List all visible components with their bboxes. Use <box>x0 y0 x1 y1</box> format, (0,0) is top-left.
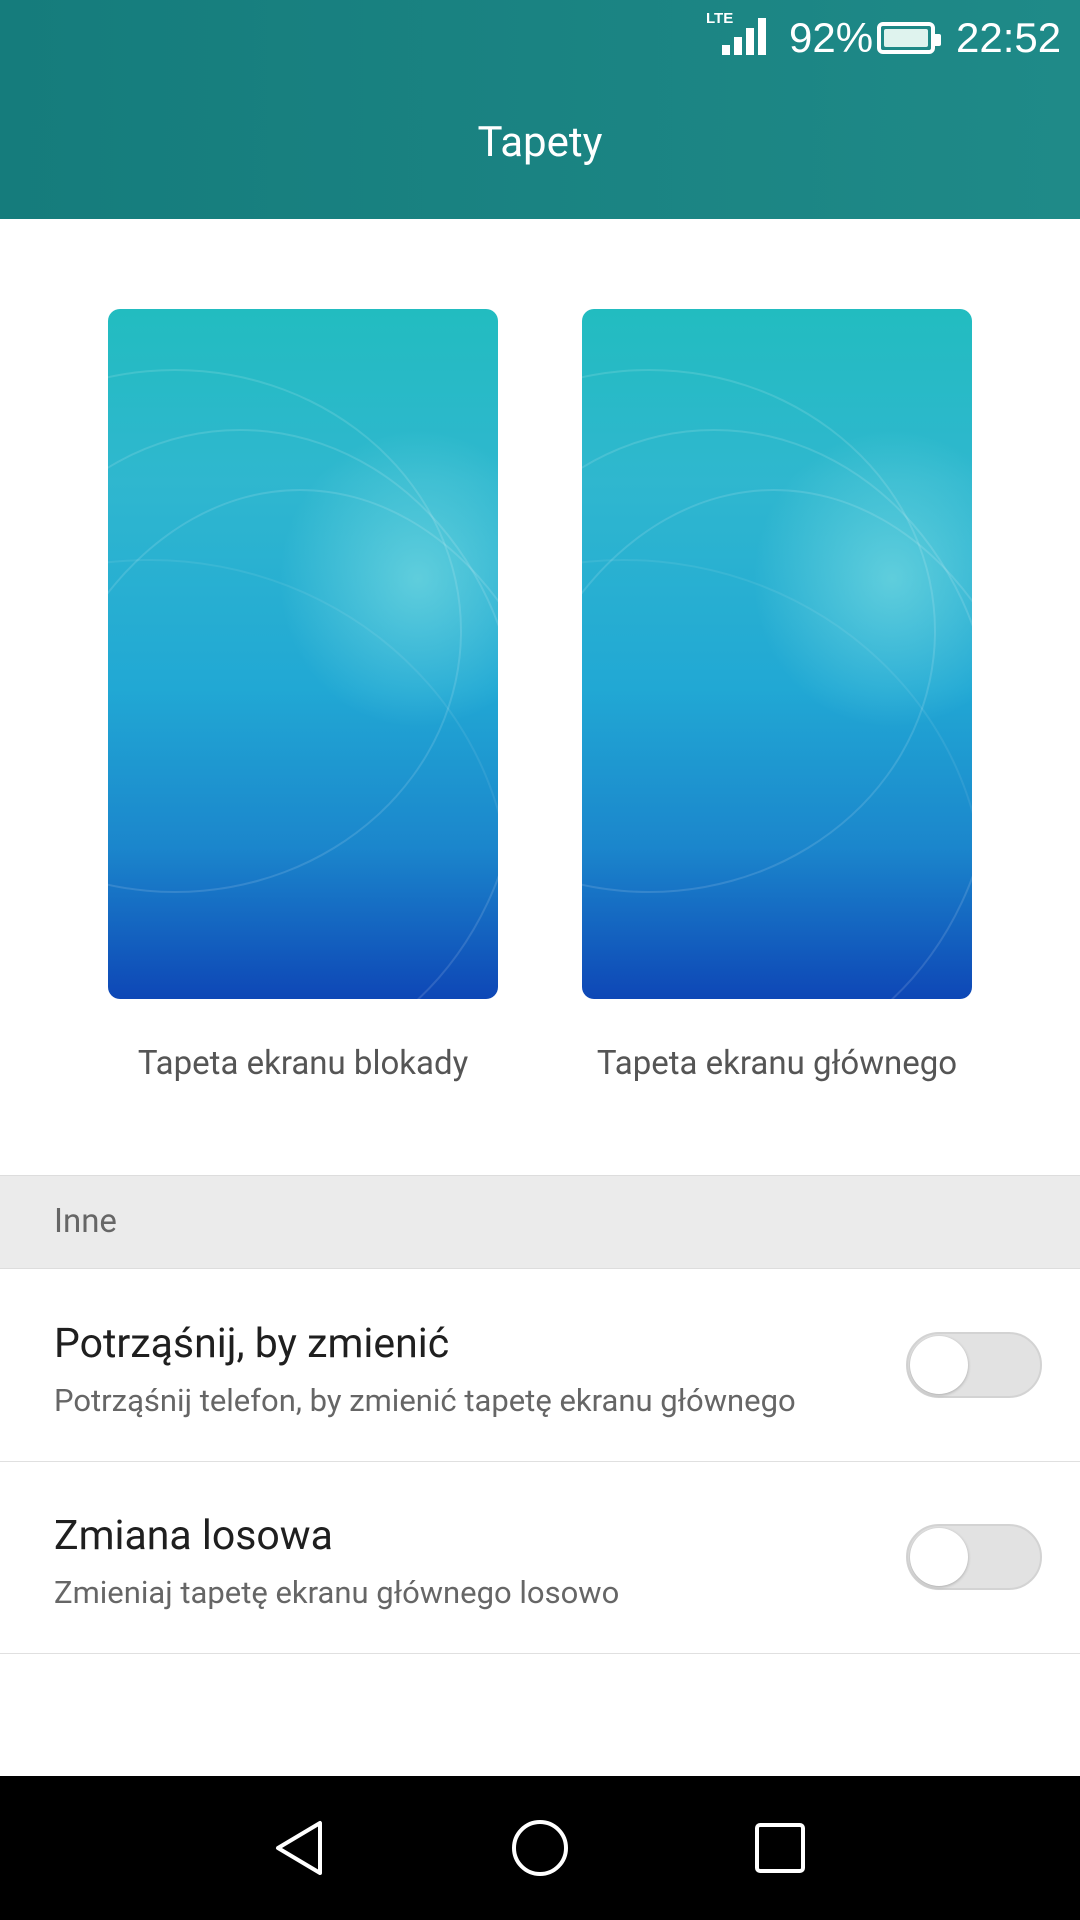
home-screen-wallpaper-preview[interactable] <box>582 309 972 999</box>
status-bar: LTE 92% 22:52 <box>0 0 1080 78</box>
battery-percent: 92% <box>789 14 874 61</box>
section-header: Inne <box>0 1175 1080 1269</box>
page-title: Tapety <box>477 118 603 167</box>
home-icon <box>512 1820 568 1876</box>
setting-title: Zmiana losowa <box>54 1512 333 1560</box>
home-button[interactable] <box>480 1776 600 1920</box>
random-change-setting[interactable]: Zmiana losowa Zmieniaj tapetę ekranu głó… <box>0 1462 1080 1654</box>
recent-apps-button[interactable] <box>720 1776 840 1920</box>
shake-to-change-setting[interactable]: Potrząśnij, by zmienić Potrząśnij telefo… <box>0 1270 1080 1462</box>
navigation-bar <box>0 1776 1080 1920</box>
toggle-knob <box>910 1336 968 1394</box>
setting-subtitle: Potrząśnij telefon, by zmienić tapetę ek… <box>54 1382 796 1419</box>
back-icon <box>276 1821 322 1875</box>
random-change-toggle[interactable] <box>906 1524 1042 1590</box>
network-type: LTE <box>706 10 734 27</box>
clock: 22:52 <box>956 14 1062 61</box>
section-title: Inne <box>54 1202 117 1241</box>
lock-screen-wallpaper-label[interactable]: Tapeta ekranu blokady <box>68 1044 538 1083</box>
toggle-knob <box>910 1528 968 1586</box>
home-screen-wallpaper-label[interactable]: Tapeta ekranu głównego <box>542 1044 1012 1083</box>
setting-title: Potrząśnij, by zmienić <box>54 1320 450 1368</box>
battery-icon <box>877 22 941 54</box>
shake-to-change-toggle[interactable] <box>906 1332 1042 1398</box>
recent-apps-icon <box>755 1823 805 1873</box>
lock-screen-wallpaper-preview[interactable] <box>108 309 498 999</box>
setting-subtitle: Zmieniaj tapetę ekranu głównego losowo <box>54 1574 620 1611</box>
signal-icon: LTE <box>706 10 770 60</box>
back-button[interactable] <box>240 1776 360 1920</box>
app-header: LTE 92% 22:52 Tapety <box>0 0 1080 219</box>
